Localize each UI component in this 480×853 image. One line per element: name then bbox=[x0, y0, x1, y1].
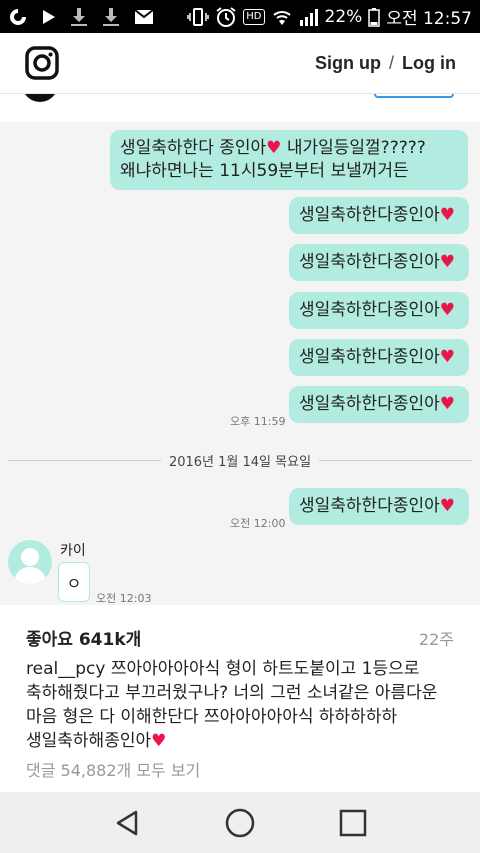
navigation-bar bbox=[0, 792, 480, 853]
chat-screenshot: 생일축하한다 종인아♥ 내가일등일껄????? 왜냐하면나는 11시59분부터 … bbox=[0, 122, 480, 605]
instagram-header: Sign up / Log in bbox=[0, 33, 480, 94]
mail-icon bbox=[134, 8, 154, 25]
post-age: 22주 bbox=[418, 630, 454, 649]
clock: 오전 12:57 bbox=[386, 9, 472, 29]
signal-icon bbox=[299, 8, 319, 26]
message-time: 오전 12:00 bbox=[230, 517, 286, 530]
battery-percent: 22% bbox=[324, 6, 363, 27]
heart-icon: ♥ bbox=[439, 252, 456, 272]
received-message-bubble: ㅇ bbox=[58, 562, 90, 602]
vibrate-icon bbox=[187, 7, 210, 27]
home-icon[interactable] bbox=[220, 803, 260, 843]
heart-icon: ♥ bbox=[439, 347, 456, 367]
message-text: 생일축하한다종인아 bbox=[299, 394, 440, 414]
heart-icon: ♥ bbox=[151, 731, 167, 751]
view-all-comments-link[interactable]: 댓글 54,882개 모두 보기 bbox=[26, 757, 200, 781]
heart-icon: ♥ bbox=[439, 205, 456, 225]
message-bubble: 생일축하한다종인아♥ bbox=[289, 292, 469, 329]
auth-links: Sign up / Log in bbox=[315, 53, 456, 74]
message-bubble: 생일축하한다종인아♥ bbox=[289, 386, 469, 423]
message-text: 왜냐하면나는 11시59분부터 보낼꺼거든 bbox=[120, 161, 409, 181]
heart-icon: ♥ bbox=[439, 300, 456, 320]
play-icon bbox=[42, 9, 56, 25]
message-bubble: 생일축하한다종인아♥ bbox=[289, 197, 469, 234]
follow-button[interactable] bbox=[374, 94, 454, 98]
download-icon bbox=[102, 7, 120, 27]
message-text: 생일축하한다종인아 bbox=[299, 300, 440, 320]
message-text: 생일축하한다종인아 bbox=[299, 205, 440, 225]
date-divider: 2016년 1월 14일 목요일 bbox=[8, 450, 472, 470]
recent-apps-icon[interactable] bbox=[333, 803, 373, 843]
date-label: 2016년 1월 14일 목요일 bbox=[168, 454, 312, 470]
battery-icon bbox=[368, 7, 381, 27]
hd-icon: HD bbox=[243, 8, 265, 25]
back-icon[interactable] bbox=[107, 803, 147, 843]
message-bubble: 생일축하한다종인아♥ bbox=[289, 244, 469, 281]
sender-name: 카이 bbox=[60, 543, 86, 559]
caption-username[interactable]: real__pcy bbox=[26, 659, 105, 679]
login-link[interactable]: Log in bbox=[402, 53, 456, 74]
message-text: 생일축하한다종인아 bbox=[299, 496, 440, 516]
heart-icon: ♥ bbox=[439, 394, 456, 414]
heart-icon: ♥ bbox=[439, 496, 456, 516]
message-time: 오전 12:03 bbox=[96, 592, 152, 605]
likes-row: 좋아요 641k개 22주 bbox=[26, 625, 454, 650]
download-icon bbox=[70, 7, 88, 27]
message-text: 생일축하한다종인아 bbox=[299, 347, 440, 367]
message-text: ㅇ bbox=[66, 574, 82, 593]
message-bubble: 생일축하한다 종인아♥ 내가일등일껄????? 왜냐하면나는 11시59분부터 … bbox=[110, 130, 468, 190]
profile-peek bbox=[0, 94, 480, 122]
signup-link[interactable]: Sign up bbox=[315, 53, 381, 74]
post-info: 좋아요 641k개 22주 real__pcy 쯔아아아아아식 형이 하트도붙이… bbox=[0, 605, 480, 792]
message-time: 오후 11:59 bbox=[230, 415, 286, 428]
alarm-icon bbox=[215, 6, 237, 28]
message-bubble: 생일축하한다종인아♥ bbox=[289, 488, 469, 525]
wifi-icon bbox=[271, 8, 293, 26]
message-bubble: 생일축하한다종인아♥ bbox=[289, 339, 469, 376]
heart-icon: ♥ bbox=[266, 138, 282, 158]
message-text: 생일축하한다종인아 bbox=[299, 252, 440, 272]
status-bar: HD 22% 오전 12:57 bbox=[0, 0, 480, 33]
carrier-logo-icon bbox=[8, 7, 28, 27]
post-caption: real__pcy 쯔아아아아아식 형이 하트도붙이고 1등으로 축하해줬다고 … bbox=[26, 657, 458, 753]
auth-separator: / bbox=[389, 52, 395, 73]
message-text: 생일축하한다 종인아 bbox=[120, 138, 267, 158]
instagram-logo-icon[interactable] bbox=[24, 45, 60, 81]
message-text: 내가일등일껄????? bbox=[281, 138, 426, 158]
avatar[interactable] bbox=[22, 94, 58, 102]
likes-count[interactable]: 좋아요 641k개 bbox=[26, 625, 141, 650]
avatar bbox=[8, 540, 52, 584]
